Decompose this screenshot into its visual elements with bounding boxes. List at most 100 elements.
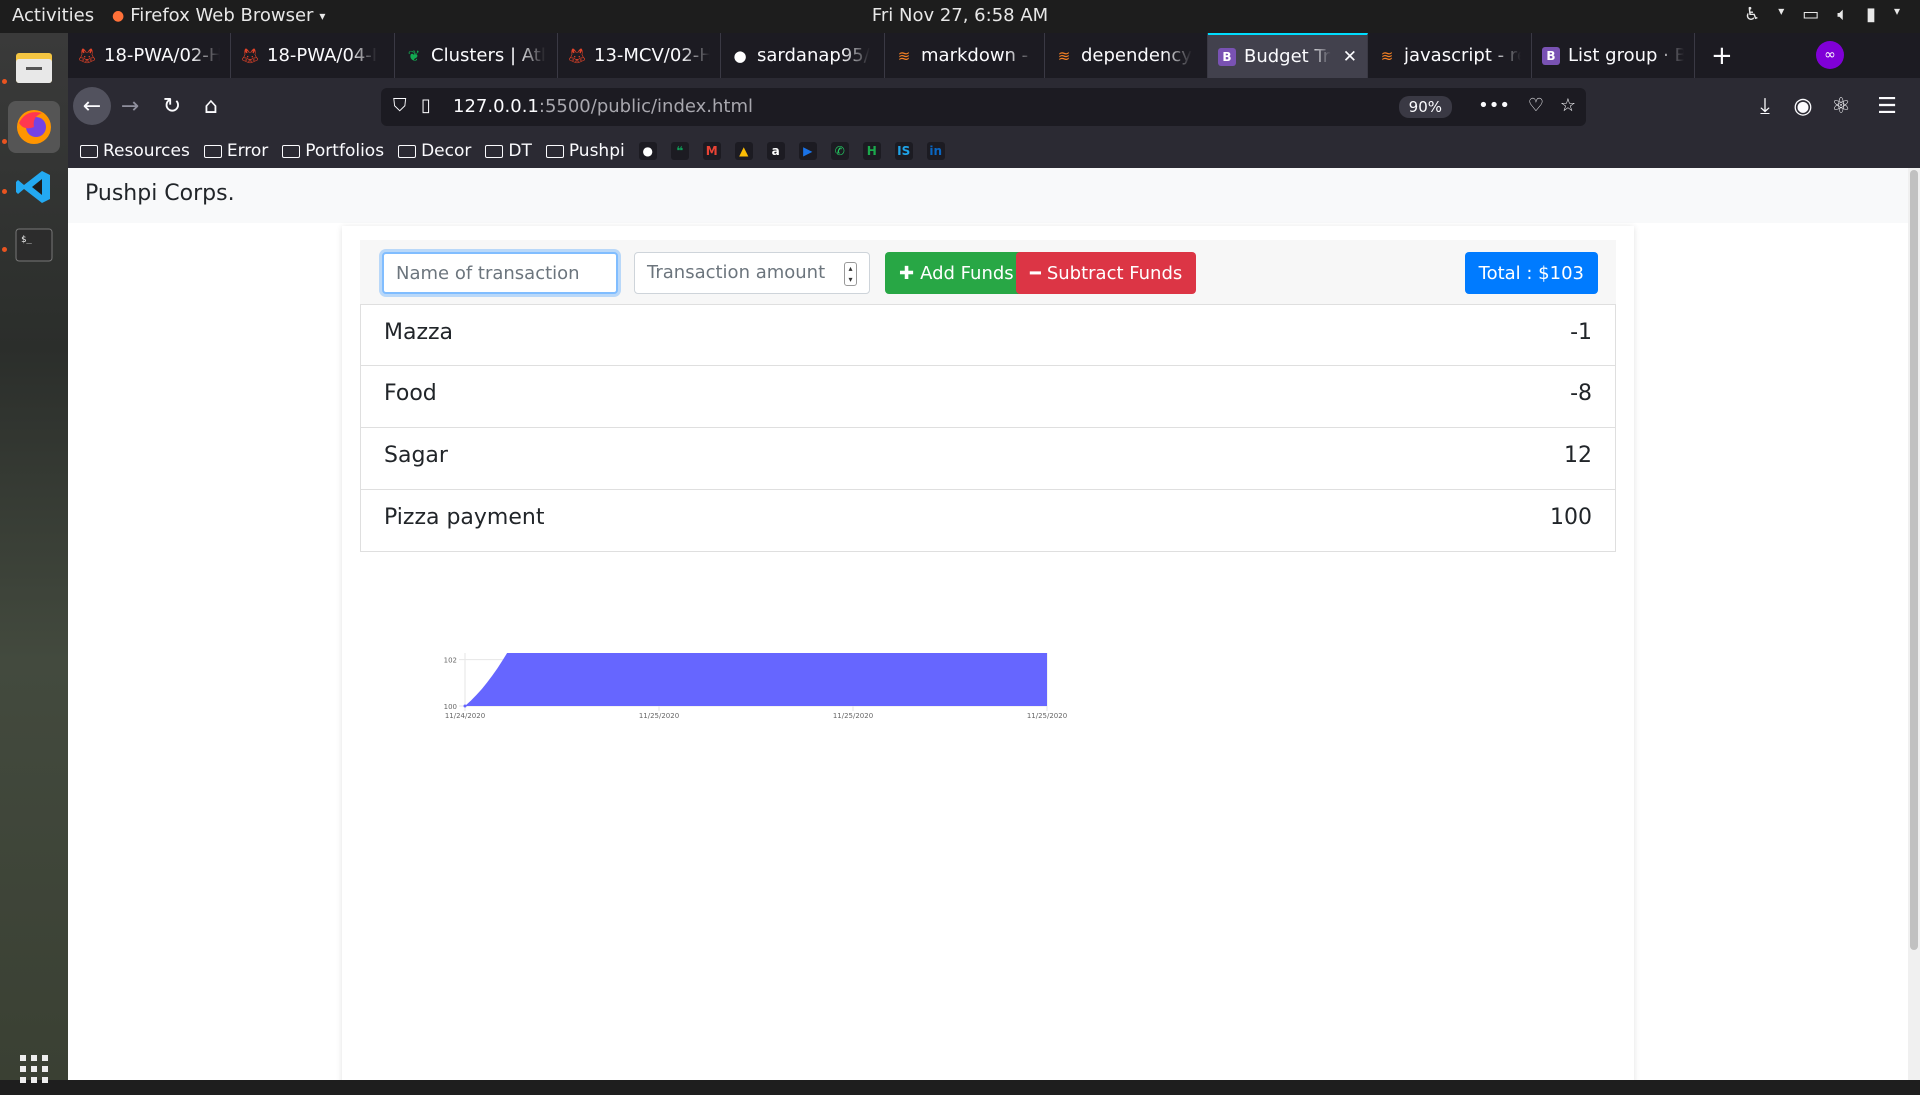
transaction-form: Name of transaction Transaction amount ▴… <box>360 240 1616 304</box>
system-tray[interactable]: ♿ ▾ ▭ 🔈︎ ▮ ▾ <box>1744 4 1900 25</box>
page-scrollbar[interactable] <box>1908 168 1920 1080</box>
hangouts-icon[interactable]: ❝ <box>670 142 689 160</box>
transaction-name-input[interactable]: Name of transaction <box>382 252 618 294</box>
transaction-row: Sagar 12 <box>360 428 1616 490</box>
transaction-row: Mazza -1 <box>360 304 1616 366</box>
y-tick-label: 100 <box>444 703 457 711</box>
tab-4[interactable]: 🦊︎ 13-MCV/02-H <box>558 33 721 78</box>
transaction-amount: 12 <box>1564 443 1592 468</box>
url-bar[interactable]: ⛉ ▯ 127.0.0.1:5500/public/index.html 90%… <box>381 88 1586 126</box>
bootstrap-icon: B <box>1542 46 1560 65</box>
y-tick-label: 102 <box>444 657 457 665</box>
hackerrank-icon[interactable]: H <box>862 142 881 160</box>
total-over-time-chart: 10010210410610811011211/24/202011/25/202… <box>444 653 1067 720</box>
transaction-name: Pizza payment <box>384 505 545 530</box>
is-icon[interactable]: IS <box>894 142 913 160</box>
show-applications-icon[interactable] <box>8 1043 60 1095</box>
tab-6[interactable]: ≋ markdown - H <box>885 33 1045 78</box>
pocket-icon[interactable]: ♡ <box>1528 95 1544 116</box>
private-mode-icon: ∞ <box>1816 41 1844 69</box>
tab-5[interactable]: ● sardanap95/ <box>721 33 885 78</box>
files-icon[interactable] <box>8 41 60 93</box>
tab-8[interactable]: B Budget Tra ✕ <box>1208 33 1368 78</box>
bookmark-star-icon[interactable]: ☆ <box>1560 95 1576 116</box>
google-drive-icon[interactable]: ▲ <box>734 142 753 160</box>
page-viewport: Pushpi Corps. Name of transaction Transa… <box>68 168 1920 1080</box>
plus-icon: ✚ <box>899 262 915 284</box>
add-funds-button[interactable]: ✚ Add Funds <box>885 252 1028 294</box>
shield-icon[interactable]: ⛉ <box>393 95 407 116</box>
subtract-funds-label: Subtract Funds <box>1046 262 1183 284</box>
tab-7[interactable]: ≋ dependency <box>1045 33 1208 78</box>
bookmarks-toolbar: Resources Error Portfolios Decor DT Pushpi ● ❝ M… <box>68 134 1920 168</box>
page-icon[interactable]: ▯ <box>421 95 431 116</box>
gmail-icon[interactable]: M <box>702 142 721 160</box>
firefox-icon: ● <box>112 7 125 24</box>
home-button[interactable]: ⌂ <box>192 87 230 125</box>
close-tab-icon[interactable]: ✕ <box>1343 47 1357 67</box>
mongodb-leaf-icon: ❦ <box>407 46 421 65</box>
chevron-down-icon: ▾ <box>1778 4 1785 18</box>
play-icon[interactable]: ▶ <box>798 142 817 160</box>
url-host: 127.0.0.1 <box>453 96 539 117</box>
folder-icon <box>398 144 417 158</box>
app-menu[interactable]: ● Firefox Web Browser ▾ <box>112 5 325 26</box>
amount-placeholder: Transaction amount <box>647 262 826 283</box>
tab-2[interactable]: 🦊︎ 18-PWA/04-I <box>231 33 395 78</box>
back-button[interactable]: ← <box>73 87 111 125</box>
bookmark-folder-dt[interactable]: DT <box>485 141 532 161</box>
whatsapp-icon[interactable]: ✆ <box>830 142 849 160</box>
battery-icon[interactable]: ▮ <box>1866 4 1876 25</box>
total-badge: Total : $103 <box>1464 252 1598 294</box>
bookmark-folder-portfolios[interactable]: Portfolios <box>282 141 384 161</box>
transaction-amount-input[interactable]: Transaction amount ▴ ▾ <box>634 252 870 294</box>
amazon-icon[interactable]: a <box>766 142 785 160</box>
tab-9[interactable]: ≋ javascript - re <box>1368 33 1532 78</box>
forward-button[interactable]: → <box>111 87 149 125</box>
stackoverflow-icon: ≋ <box>897 46 911 65</box>
folder-icon <box>282 144 301 158</box>
react-devtools-icon[interactable]: ⚛ <box>1822 87 1860 125</box>
tab-1[interactable]: 🦊︎ 18-PWA/02-H <box>68 33 231 78</box>
bookmark-folder-decor[interactable]: Decor <box>398 141 471 161</box>
hamburger-menu-icon[interactable]: ☰ <box>1868 87 1906 125</box>
tab-3[interactable]: ❦ Clusters | Atl <box>395 33 558 78</box>
linkedin-icon[interactable]: in <box>926 142 945 160</box>
subtract-funds-button[interactable]: ━ Subtract Funds <box>1016 252 1197 294</box>
scrollbar-thumb[interactable] <box>1910 170 1918 950</box>
app-name-label: Firefox Web Browser <box>130 5 314 26</box>
number-spinner-icon[interactable]: ▴ ▾ <box>844 262 857 286</box>
downloads-icon[interactable]: ⤓ <box>1746 87 1784 125</box>
running-indicator <box>2 247 7 252</box>
volume-icon[interactable]: 🔈︎ <box>1837 4 1848 25</box>
screen-icon[interactable]: ▭ <box>1802 4 1819 25</box>
github-icon: ● <box>733 46 747 65</box>
activities-button[interactable]: Activities <box>12 5 94 26</box>
vscode-icon[interactable] <box>8 161 60 213</box>
account-icon[interactable]: ◉ <box>1784 87 1822 125</box>
bookmark-folder-label: Resources <box>103 141 190 161</box>
github-icon[interactable]: ● <box>638 142 657 160</box>
bookmark-folder-resources[interactable]: Resources <box>80 141 190 161</box>
reload-button[interactable]: ↻ <box>153 87 191 125</box>
accessibility-icon[interactable]: ♿ <box>1744 4 1760 25</box>
firefox-icon[interactable] <box>8 101 60 153</box>
tab-label: 18-PWA/02-H <box>104 45 220 66</box>
tab-10[interactable]: B List group · B <box>1532 33 1695 78</box>
tab-label: markdown - H <box>921 45 1034 66</box>
url-text[interactable]: 127.0.0.1:5500/public/index.html <box>453 96 753 117</box>
tab-label: 13-MCV/02-H <box>594 45 710 66</box>
transaction-name: Food <box>384 381 437 406</box>
tab-label: List group · B <box>1568 45 1684 66</box>
page-actions-icon[interactable]: ••• <box>1478 95 1510 116</box>
brand-link[interactable]: Pushpi Corps. <box>85 181 235 206</box>
bookmark-folder-label: Decor <box>421 141 472 161</box>
terminal-icon[interactable]: $_ <box>8 219 60 271</box>
new-tab-button[interactable]: + <box>1711 41 1733 71</box>
total-label: Total : $103 <box>1478 262 1584 284</box>
bookmark-folder-error[interactable]: Error <box>203 141 268 161</box>
x-tick-label: 11/25/2020 <box>639 712 679 720</box>
bookmark-folder-pushpi[interactable]: Pushpi <box>545 141 625 161</box>
zoom-level-button[interactable]: 90% <box>1398 96 1452 118</box>
dock: $_ <box>0 33 68 1083</box>
